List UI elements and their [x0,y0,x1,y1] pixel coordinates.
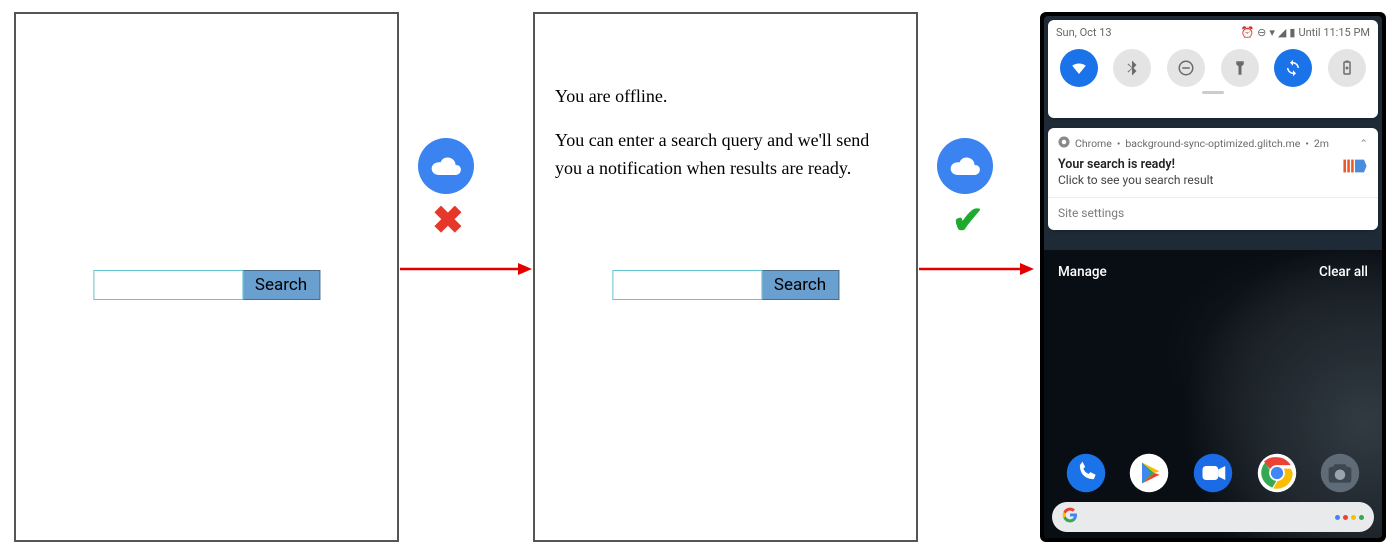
notif-age: 2m [1314,137,1329,150]
qs-bluetooth-toggle[interactable] [1113,49,1151,87]
search-button[interactable]: Search [762,270,839,300]
notif-site-settings[interactable]: Site settings [1058,206,1368,220]
google-g-icon [1062,507,1078,527]
check-icon: ✔ [952,198,984,243]
cross-icon: ✖ [432,198,464,243]
battery-icon: ▮ [1289,26,1295,39]
qs-dnd-toggle[interactable] [1167,49,1205,87]
dock [1044,452,1382,494]
notif-body: Click to see you search result [1058,173,1213,187]
offline-line-1: You are offline. [555,83,896,111]
shade-clear-all[interactable]: Clear all [1319,264,1368,280]
wifi-icon: ▾ [1269,26,1275,39]
qs-battery-saver-toggle[interactable] [1328,49,1366,87]
status-bar: Sun, Oct 13 ⏰ ⊖ ▾ ◢ ▮ Until 11:15 PM [1048,20,1378,39]
notif-app: Chrome [1075,137,1112,150]
app-camera-icon[interactable] [1319,452,1361,494]
assistant-icon[interactable] [1335,515,1364,520]
search-pill[interactable] [1052,502,1374,532]
drag-handle-icon[interactable] [1202,91,1224,94]
offline-text: You are offline. You can enter a search … [555,83,896,199]
notif-source: background-sync-optimized.glitch.me [1125,137,1300,150]
dnd-icon: ⊖ [1257,26,1266,39]
notif-title: Your search is ready! [1058,157,1213,172]
wallpaper-earth [1044,250,1382,538]
qs-autorotate-toggle[interactable] [1274,49,1312,87]
shade-manage[interactable]: Manage [1058,264,1107,280]
notification-card[interactable]: Chrome • background-sync-optimized.glitc… [1048,128,1378,230]
app-chrome-icon[interactable] [1256,452,1298,494]
app-play-store-icon[interactable] [1128,452,1170,494]
alarm-icon: ⏰ [1240,26,1254,39]
chrome-small-icon [1058,136,1070,151]
app-duo-icon[interactable] [1192,452,1234,494]
search-row: Search [93,270,320,300]
offline-line-2: You can enter a search query and we'll s… [555,127,896,183]
search-input[interactable] [612,270,762,300]
app-phone-icon[interactable] [1065,452,1107,494]
qs-flashlight-toggle[interactable] [1221,49,1259,87]
notif-app-icon [1342,157,1368,175]
panel-offline-message: You are offline. You can enter a search … [533,12,918,542]
search-input[interactable] [93,270,243,300]
phone-screenshot: Sun, Oct 13 ⏰ ⊖ ▾ ◢ ▮ Until 11:15 PM [1040,12,1386,542]
qs-wifi-toggle[interactable] [1060,49,1098,87]
panel-initial-search: Search [14,12,399,542]
quick-settings-panel: Sun, Oct 13 ⏰ ⊖ ▾ ◢ ▮ Until 11:15 PM [1048,20,1378,118]
cloud-online-icon [937,138,993,194]
cloud-offline-icon [418,138,474,194]
status-until: Until 11:15 PM [1298,26,1370,39]
arrow-step-1 [400,262,532,276]
search-row: Search [612,270,839,300]
chevron-up-icon[interactable]: ⌃ [1359,137,1368,150]
status-date: Sun, Oct 13 [1056,26,1112,39]
signal-icon: ◢ [1278,26,1286,39]
arrow-step-2 [919,262,1034,276]
search-button[interactable]: Search [243,270,320,300]
